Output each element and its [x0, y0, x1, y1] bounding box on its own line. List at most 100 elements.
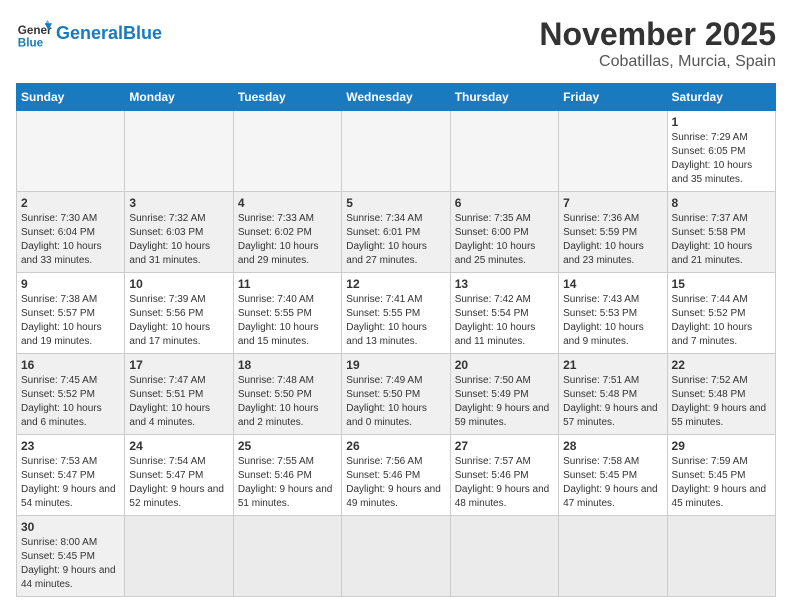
svg-text:Blue: Blue — [18, 37, 44, 50]
calendar-day-cell — [559, 516, 667, 597]
day-number: 8 — [672, 196, 771, 210]
day-info: Sunrise: 7:49 AM Sunset: 5:50 PM Dayligh… — [346, 374, 445, 430]
day-info: Sunrise: 7:37 AM Sunset: 5:58 PM Dayligh… — [672, 212, 771, 268]
calendar-day-cell: 12 Sunrise: 7:41 AM Sunset: 5:55 PM Dayli… — [342, 273, 450, 354]
day-header-saturday: Saturday — [667, 84, 775, 111]
calendar-day-cell: 29 Sunrise: 7:59 AM Sunset: 5:45 PM Dayli… — [667, 435, 775, 516]
day-number: 12 — [346, 277, 445, 291]
calendar-day-cell: 21Sunrise: 7:51 AM Sunset: 5:48 PM Dayli… — [559, 354, 667, 435]
day-info: Sunrise: 7:34 AM Sunset: 6:01 PM Dayligh… — [346, 212, 445, 268]
calendar-day-cell: 25 Sunrise: 7:55 AM Sunset: 5:46 PM Dayli… — [233, 435, 341, 516]
day-info: Sunrise: 7:55 AM Sunset: 5:46 PM Dayligh… — [238, 455, 337, 511]
calendar-day-cell: 4 Sunrise: 7:33 AM Sunset: 6:02 PM Daylig… — [233, 192, 341, 273]
day-number: 28 — [563, 439, 662, 453]
calendar-table: SundayMondayTuesdayWednesdayThursdayFrid… — [16, 83, 776, 597]
calendar-day-cell — [125, 516, 233, 597]
calendar-day-cell — [342, 516, 450, 597]
calendar-day-cell: 13 Sunrise: 7:42 AM Sunset: 5:54 PM Dayli… — [450, 273, 558, 354]
day-info: Sunrise: 7:40 AM Sunset: 5:55 PM Dayligh… — [238, 293, 337, 349]
calendar-day-cell — [233, 516, 341, 597]
day-info: Sunrise: 7:59 AM Sunset: 5:45 PM Dayligh… — [672, 455, 771, 511]
day-number: 25 — [238, 439, 337, 453]
calendar-day-cell: 11 Sunrise: 7:40 AM Sunset: 5:55 PM Dayli… — [233, 273, 341, 354]
calendar-day-cell: 22Sunrise: 7:52 AM Sunset: 5:48 PM Dayli… — [667, 354, 775, 435]
day-number: 5 — [346, 196, 445, 210]
day-info: Sunrise: 7:56 AM Sunset: 5:46 PM Dayligh… — [346, 455, 445, 511]
calendar-week-row: 2Sunrise: 7:30 AM Sunset: 6:04 PM Daylig… — [17, 192, 776, 273]
calendar-day-cell: 2Sunrise: 7:30 AM Sunset: 6:04 PM Daylig… — [17, 192, 125, 273]
day-number: 1 — [672, 115, 771, 129]
calendar-day-cell: 24 Sunrise: 7:54 AM Sunset: 5:47 PM Dayli… — [125, 435, 233, 516]
day-info: Sunrise: 7:42 AM Sunset: 5:54 PM Dayligh… — [455, 293, 554, 349]
calendar-day-cell: 30 Sunrise: 8:00 AM Sunset: 5:45 PM Dayli… — [17, 516, 125, 597]
logo: General Blue GeneralBlue — [16, 16, 162, 52]
logo-text: GeneralBlue — [56, 24, 162, 44]
day-number: 22 — [672, 358, 771, 372]
calendar-day-cell: 26 Sunrise: 7:56 AM Sunset: 5:46 PM Dayli… — [342, 435, 450, 516]
calendar-day-cell — [450, 516, 558, 597]
day-number: 15 — [672, 277, 771, 291]
day-number: 27 — [455, 439, 554, 453]
day-info: Sunrise: 7:36 AM Sunset: 5:59 PM Dayligh… — [563, 212, 662, 268]
calendar-day-cell — [17, 111, 125, 192]
calendar-day-cell — [342, 111, 450, 192]
day-number: 16 — [21, 358, 120, 372]
page-header: General Blue GeneralBlue November 2025 C… — [16, 16, 776, 71]
calendar-day-cell: 16Sunrise: 7:45 AM Sunset: 5:52 PM Dayli… — [17, 354, 125, 435]
day-number: 24 — [129, 439, 228, 453]
calendar-day-cell: 7Sunrise: 7:36 AM Sunset: 5:59 PM Daylig… — [559, 192, 667, 273]
day-header-sunday: Sunday — [17, 84, 125, 111]
day-info: Sunrise: 7:43 AM Sunset: 5:53 PM Dayligh… — [563, 293, 662, 349]
calendar-day-cell: 19 Sunrise: 7:49 AM Sunset: 5:50 PM Dayli… — [342, 354, 450, 435]
day-header-friday: Friday — [559, 84, 667, 111]
day-info: Sunrise: 7:44 AM Sunset: 5:52 PM Dayligh… — [672, 293, 771, 349]
day-info: Sunrise: 7:38 AM Sunset: 5:57 PM Dayligh… — [21, 293, 120, 349]
calendar-day-cell: 23 Sunrise: 7:53 AM Sunset: 5:47 PM Dayli… — [17, 435, 125, 516]
calendar-day-cell — [450, 111, 558, 192]
calendar-day-cell: 3Sunrise: 7:32 AM Sunset: 6:03 PM Daylig… — [125, 192, 233, 273]
logo-icon: General Blue — [16, 16, 52, 52]
calendar-week-row: 23 Sunrise: 7:53 AM Sunset: 5:47 PM Dayli… — [17, 435, 776, 516]
day-info: Sunrise: 7:53 AM Sunset: 5:47 PM Dayligh… — [21, 455, 120, 511]
calendar-day-cell: 27 Sunrise: 7:57 AM Sunset: 5:46 PM Dayli… — [450, 435, 558, 516]
day-info: Sunrise: 7:32 AM Sunset: 6:03 PM Dayligh… — [129, 212, 228, 268]
day-info: Sunrise: 7:47 AM Sunset: 5:51 PM Dayligh… — [129, 374, 228, 430]
day-header-thursday: Thursday — [450, 84, 558, 111]
day-number: 18 — [238, 358, 337, 372]
day-info: Sunrise: 7:30 AM Sunset: 6:04 PM Dayligh… — [21, 212, 120, 268]
day-number: 19 — [346, 358, 445, 372]
day-info: Sunrise: 7:51 AM Sunset: 5:48 PM Dayligh… — [563, 374, 662, 430]
day-number: 9 — [21, 277, 120, 291]
day-info: Sunrise: 7:54 AM Sunset: 5:47 PM Dayligh… — [129, 455, 228, 511]
day-number: 10 — [129, 277, 228, 291]
day-info: Sunrise: 7:41 AM Sunset: 5:55 PM Dayligh… — [346, 293, 445, 349]
day-info: Sunrise: 7:35 AM Sunset: 6:00 PM Dayligh… — [455, 212, 554, 268]
day-number: 6 — [455, 196, 554, 210]
location: Cobatillas, Murcia, Spain — [539, 53, 776, 71]
day-number: 4 — [238, 196, 337, 210]
day-number: 29 — [672, 439, 771, 453]
calendar-day-cell: 14Sunrise: 7:43 AM Sunset: 5:53 PM Dayli… — [559, 273, 667, 354]
calendar-header-row: SundayMondayTuesdayWednesdayThursdayFrid… — [17, 84, 776, 111]
calendar-day-cell — [667, 516, 775, 597]
day-number: 20 — [455, 358, 554, 372]
calendar-week-row: 9 Sunrise: 7:38 AM Sunset: 5:57 PM Daylig… — [17, 273, 776, 354]
day-number: 13 — [455, 277, 554, 291]
day-number: 30 — [21, 520, 120, 534]
day-header-wednesday: Wednesday — [342, 84, 450, 111]
calendar-day-cell: 15 Sunrise: 7:44 AM Sunset: 5:52 PM Dayli… — [667, 273, 775, 354]
calendar-day-cell — [559, 111, 667, 192]
calendar-day-cell: 9 Sunrise: 7:38 AM Sunset: 5:57 PM Daylig… — [17, 273, 125, 354]
calendar-day-cell: 18 Sunrise: 7:48 AM Sunset: 5:50 PM Dayli… — [233, 354, 341, 435]
day-info: Sunrise: 7:29 AM Sunset: 6:05 PM Dayligh… — [672, 131, 771, 187]
day-info: Sunrise: 7:57 AM Sunset: 5:46 PM Dayligh… — [455, 455, 554, 511]
day-number: 26 — [346, 439, 445, 453]
day-number: 23 — [21, 439, 120, 453]
calendar-day-cell — [233, 111, 341, 192]
day-info: Sunrise: 8:00 AM Sunset: 5:45 PM Dayligh… — [21, 536, 120, 592]
calendar-week-row: 30 Sunrise: 8:00 AM Sunset: 5:45 PM Dayli… — [17, 516, 776, 597]
day-number: 11 — [238, 277, 337, 291]
day-header-tuesday: Tuesday — [233, 84, 341, 111]
day-info: Sunrise: 7:48 AM Sunset: 5:50 PM Dayligh… — [238, 374, 337, 430]
day-info: Sunrise: 7:33 AM Sunset: 6:02 PM Dayligh… — [238, 212, 337, 268]
